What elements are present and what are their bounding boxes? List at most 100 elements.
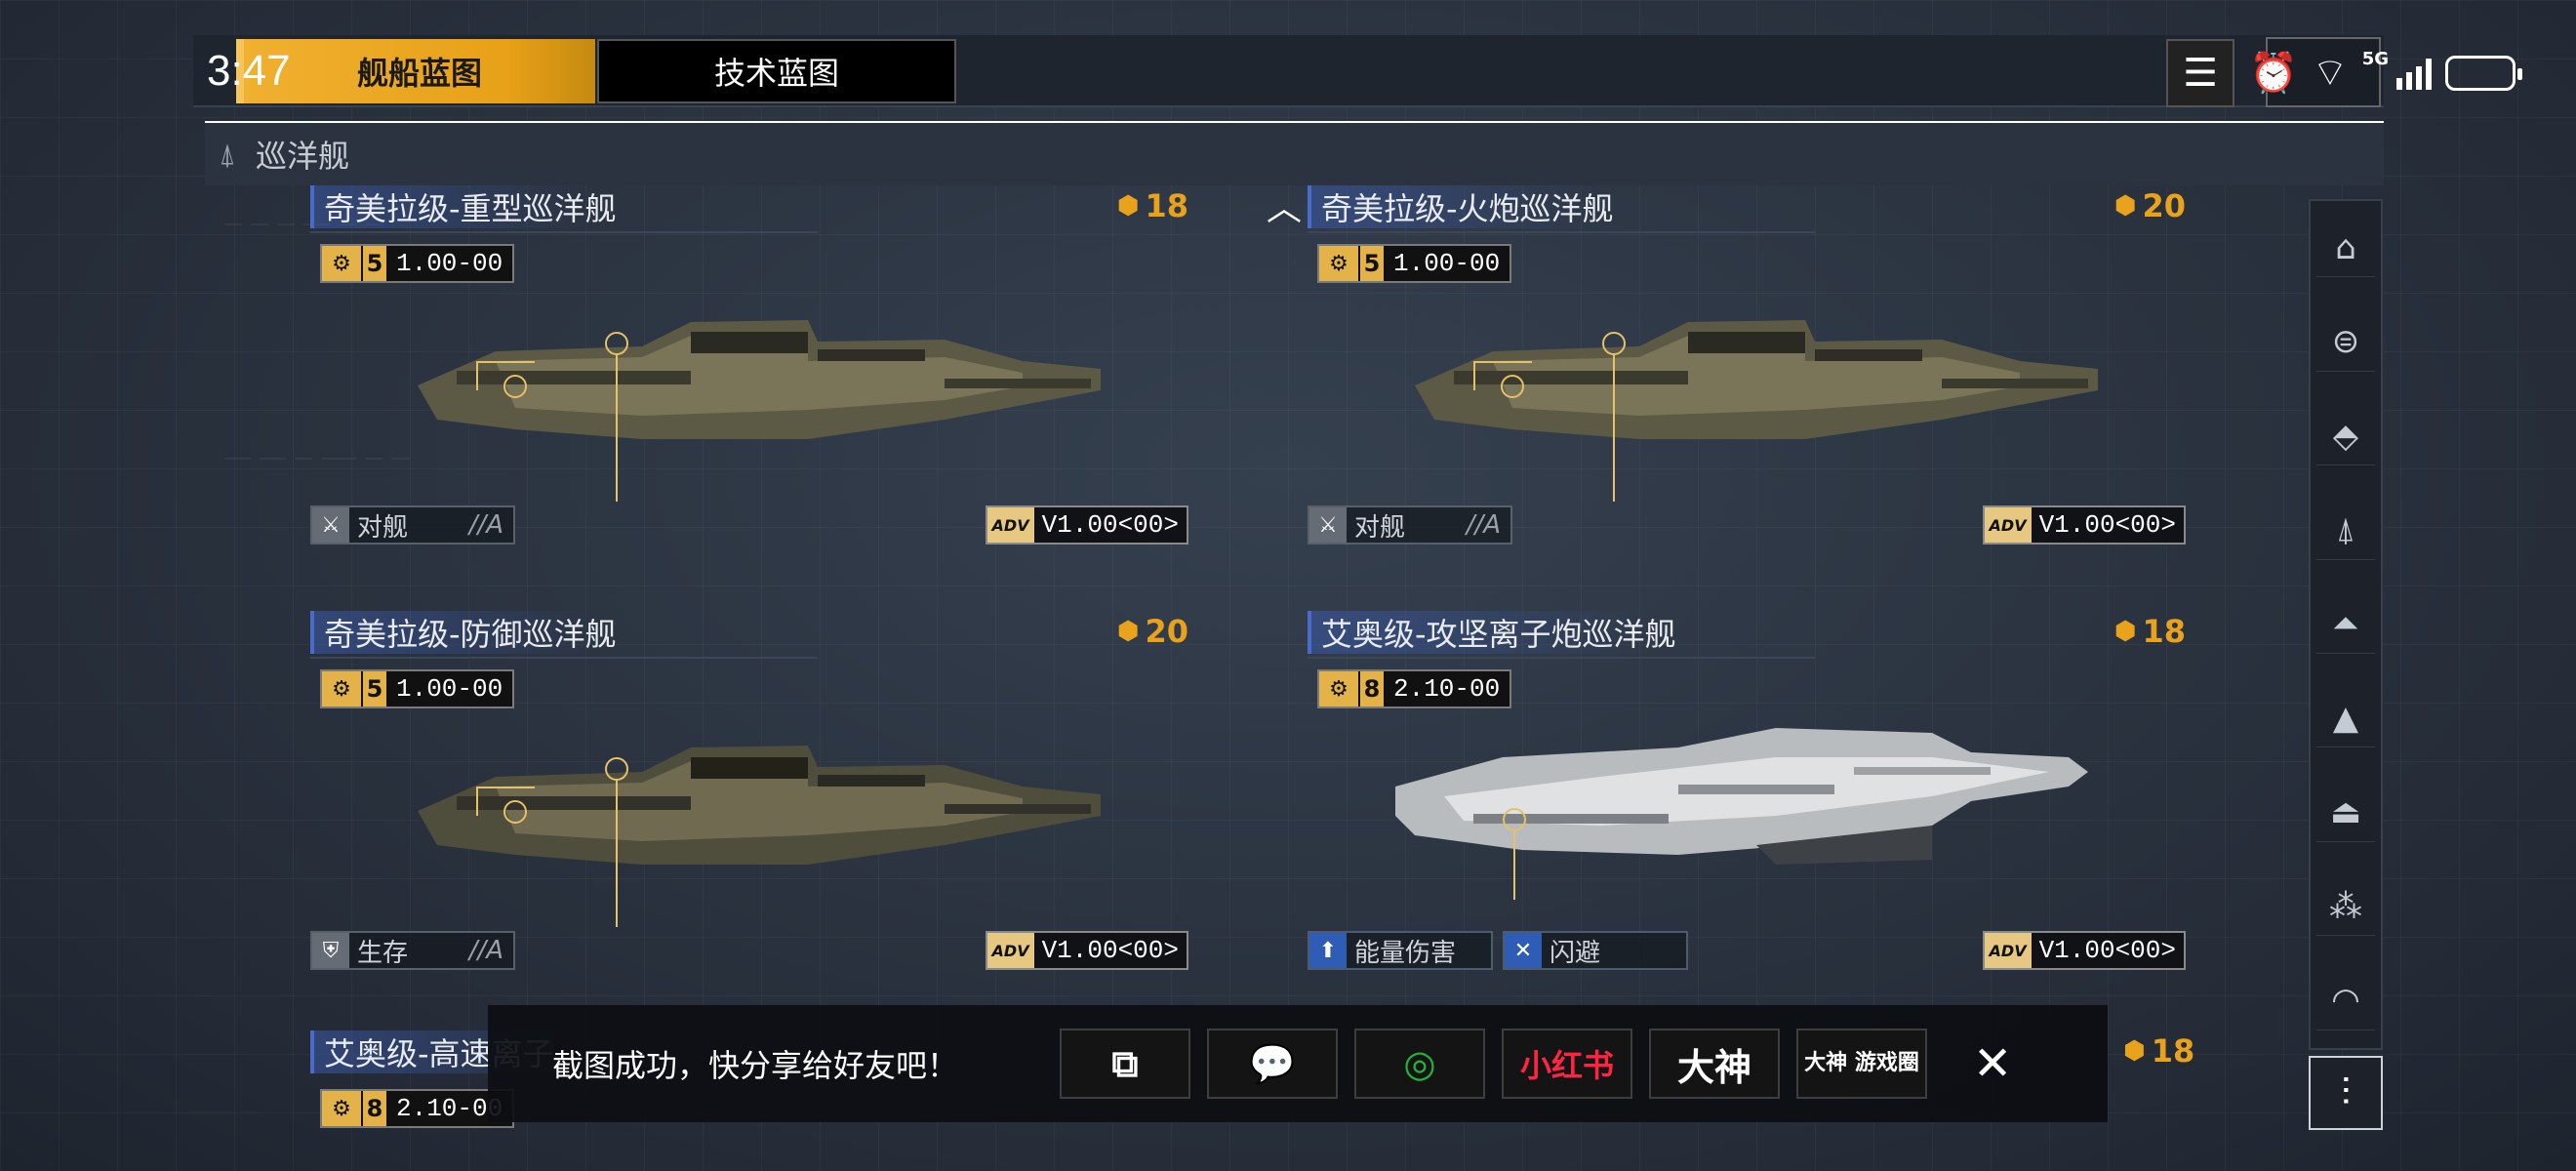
status-time: 3:47 <box>207 47 291 95</box>
coin-icon: ⬢ <box>1116 191 1140 221</box>
dashen-circle-share-button[interactable]: 大神 游戏圈 <box>1796 1029 1927 1099</box>
target-bracket <box>476 361 535 390</box>
cost-badge: ⬢ 18 <box>1116 187 1188 224</box>
list-icon[interactable]: ☰ <box>2166 39 2234 107</box>
ship-title: 奇美拉级-防御巡洋舰 <box>310 611 626 654</box>
tab-tech-blueprint[interactable]: 技术蓝图 <box>597 39 956 103</box>
cruiser-icon[interactable]: ⌂ <box>2316 219 2375 278</box>
adv-icon: ADV <box>1984 507 2032 543</box>
fighter-icon[interactable]: ▲ <box>2316 689 2375 748</box>
rank-icon: ⚙ <box>322 246 361 281</box>
version-value: 1.00-00 <box>1393 249 1501 278</box>
anti-ship-icon: ⚔ <box>312 507 349 543</box>
cost-badge: ⬢ 20 <box>1116 613 1188 650</box>
status-icons: ⏰ ⌔ 5G <box>2249 49 2522 98</box>
tier-value: 8 <box>361 1091 386 1126</box>
tier-badge: ⚙ 5 1.00-00 <box>320 669 515 708</box>
ship-card[interactable]: 艾奥级-攻坚离子炮巡洋舰 ⬢ 18 ⚙ 8 2.10-00 ⬆ 能量伤害 ✕ 闪避… <box>1308 611 2186 1001</box>
share-message: 截图成功，快分享给好友吧！ <box>552 1047 959 1084</box>
corvette-icon[interactable]: ⏶ <box>2316 595 2375 654</box>
shield-icon: ⛨ <box>312 933 349 968</box>
adv-icon: ADV <box>1984 933 2032 968</box>
carrier-icon[interactable]: ⬘ <box>2316 407 2375 466</box>
xiaohongshu-share-button[interactable]: 小红书 <box>1502 1029 1632 1099</box>
dashen-share-button[interactable]: 大神 <box>1649 1029 1780 1099</box>
ship-card[interactable]: 奇美拉级-重型巡洋舰 ⬢ 18 ⚙ 5 1.00-00 ⚔ 对舰 //A ADV … <box>310 185 1188 576</box>
ruler-icon: ⍋ <box>219 137 236 172</box>
leader-line <box>616 781 618 927</box>
close-icon[interactable]: ✕ <box>1973 1036 2012 1091</box>
leader-line <box>1613 355 1615 502</box>
energy-damage-icon: ⬆ <box>1309 933 1347 968</box>
divider <box>1308 231 1815 233</box>
version-value: 1.00-00 <box>396 674 503 704</box>
role-tag: ⬆ 能量伤害 <box>1308 931 1493 970</box>
tier-value: 5 <box>1358 246 1384 281</box>
divider <box>310 231 818 233</box>
tier-badge: ⚙ 8 2.10-00 <box>320 1089 515 1128</box>
hardpoint-marker <box>1503 808 1526 831</box>
ship-image <box>1386 728 2117 923</box>
leader-line <box>616 355 618 502</box>
target-bracket <box>1473 361 1532 390</box>
wifi-off-icon: ⌔ <box>2312 51 2349 96</box>
hardpoint-marker <box>605 757 628 781</box>
adv-icon: ADV <box>986 507 1034 543</box>
ship-class-filter: ⌂ ⊜ ⬘ ⍋ ⏶ ▲ ⏏ ⁂ ◠ <box>2309 199 2383 1050</box>
ship-image <box>398 718 1130 927</box>
role-tag: ⚔ 对舰 //A <box>1308 505 1512 545</box>
ship-title: 艾奥级-攻坚离子炮巡洋舰 <box>1308 611 1686 654</box>
ship-card[interactable]: 奇美拉级-防御巡洋舰 ⬢ 20 ⚙ 5 1.00-00 ⛨ 生存 //A ADV … <box>310 611 1188 1001</box>
adv-badge: ADV V1.00<00> <box>985 505 1188 545</box>
tier-badge: ⚙ 5 1.00-00 <box>1317 244 1512 283</box>
section-label: 巡洋舰 <box>256 138 350 175</box>
wechat-icon: 💬 <box>1249 1041 1296 1085</box>
frigate-icon[interactable]: ⍋ <box>2316 502 2375 560</box>
hardpoint-marker <box>605 332 628 355</box>
screenshot-share-button[interactable]: ⧉ <box>1060 1029 1190 1099</box>
rank-icon: ⚙ <box>1319 246 1358 281</box>
dome-icon[interactable]: ◠ <box>2316 972 2375 1030</box>
screenshot-icon: ⧉ <box>1111 1041 1139 1085</box>
top-tab-bar: 舰船蓝图 技术蓝图 <box>193 35 2384 107</box>
signal-icon <box>2396 57 2432 90</box>
ship-image <box>398 293 1130 502</box>
adv-badge: ADV V1.00<00> <box>985 931 1188 970</box>
tier-badge: ⚙ 8 2.10-00 <box>1317 669 1512 708</box>
anti-ship-icon: ⚔ <box>1309 507 1347 543</box>
rank-icon: ⚙ <box>322 671 361 707</box>
tier-value: 5 <box>361 671 386 707</box>
cost-badge: ⬢ 20 <box>2113 187 2186 224</box>
moments-share-button[interactable]: ◎ <box>1354 1029 1485 1099</box>
moments-icon: ◎ <box>1403 1042 1436 1085</box>
target-bracket <box>476 787 535 816</box>
dock-icon[interactable]: ⏏ <box>2316 784 2375 842</box>
filter-icon[interactable]: ⫶ <box>2309 1056 2383 1130</box>
cost-badge: ⬢ 18 <box>2123 1032 2195 1070</box>
alarm-icon: ⏰ <box>2249 51 2299 96</box>
share-toast: 截图成功，快分享给好友吧！ ⧉ 💬 ◎ 小红书 大神 大神 游戏圈 ✕ <box>488 1005 2108 1122</box>
wechat-share-button[interactable]: 💬 <box>1207 1029 1338 1099</box>
coin-icon: ⬢ <box>2113 191 2137 221</box>
role-tag: ⚔ 对舰 //A <box>310 505 515 545</box>
chevron-up-icon[interactable]: ︿ <box>1267 180 1302 230</box>
leader-line <box>1513 831 1515 900</box>
role-tag: ⛨ 生存 //A <box>310 931 515 970</box>
evade-icon: ✕ <box>1505 933 1542 968</box>
ship-card[interactable]: ︿ 奇美拉级-火炮巡洋舰 ⬢ 20 ⚙ 5 1.00-00 ⚔ 对舰 //A AD… <box>1267 185 2186 576</box>
section-header[interactable]: ⍋ 巡洋舰 <box>205 121 2384 185</box>
version-value: 1.00-00 <box>396 249 503 278</box>
ship-title: 奇美拉级-火炮巡洋舰 <box>1308 185 1624 228</box>
network-type: 5G <box>2361 49 2389 69</box>
destroyer-icon[interactable]: ⊜ <box>2316 313 2375 372</box>
coin-icon: ⬢ <box>2123 1036 2146 1066</box>
coin-icon: ⬢ <box>2113 617 2137 646</box>
hardpoint-marker <box>1602 332 1626 355</box>
tier-badge: ⚙ 5 1.00-00 <box>320 244 515 283</box>
battery-icon <box>2445 56 2522 91</box>
squad-icon[interactable]: ⁂ <box>2316 877 2375 937</box>
rank-icon: ⚙ <box>322 1091 361 1126</box>
divider <box>310 657 818 659</box>
divider <box>1308 657 1815 659</box>
adv-badge: ADV V1.00<00> <box>1982 931 2186 970</box>
